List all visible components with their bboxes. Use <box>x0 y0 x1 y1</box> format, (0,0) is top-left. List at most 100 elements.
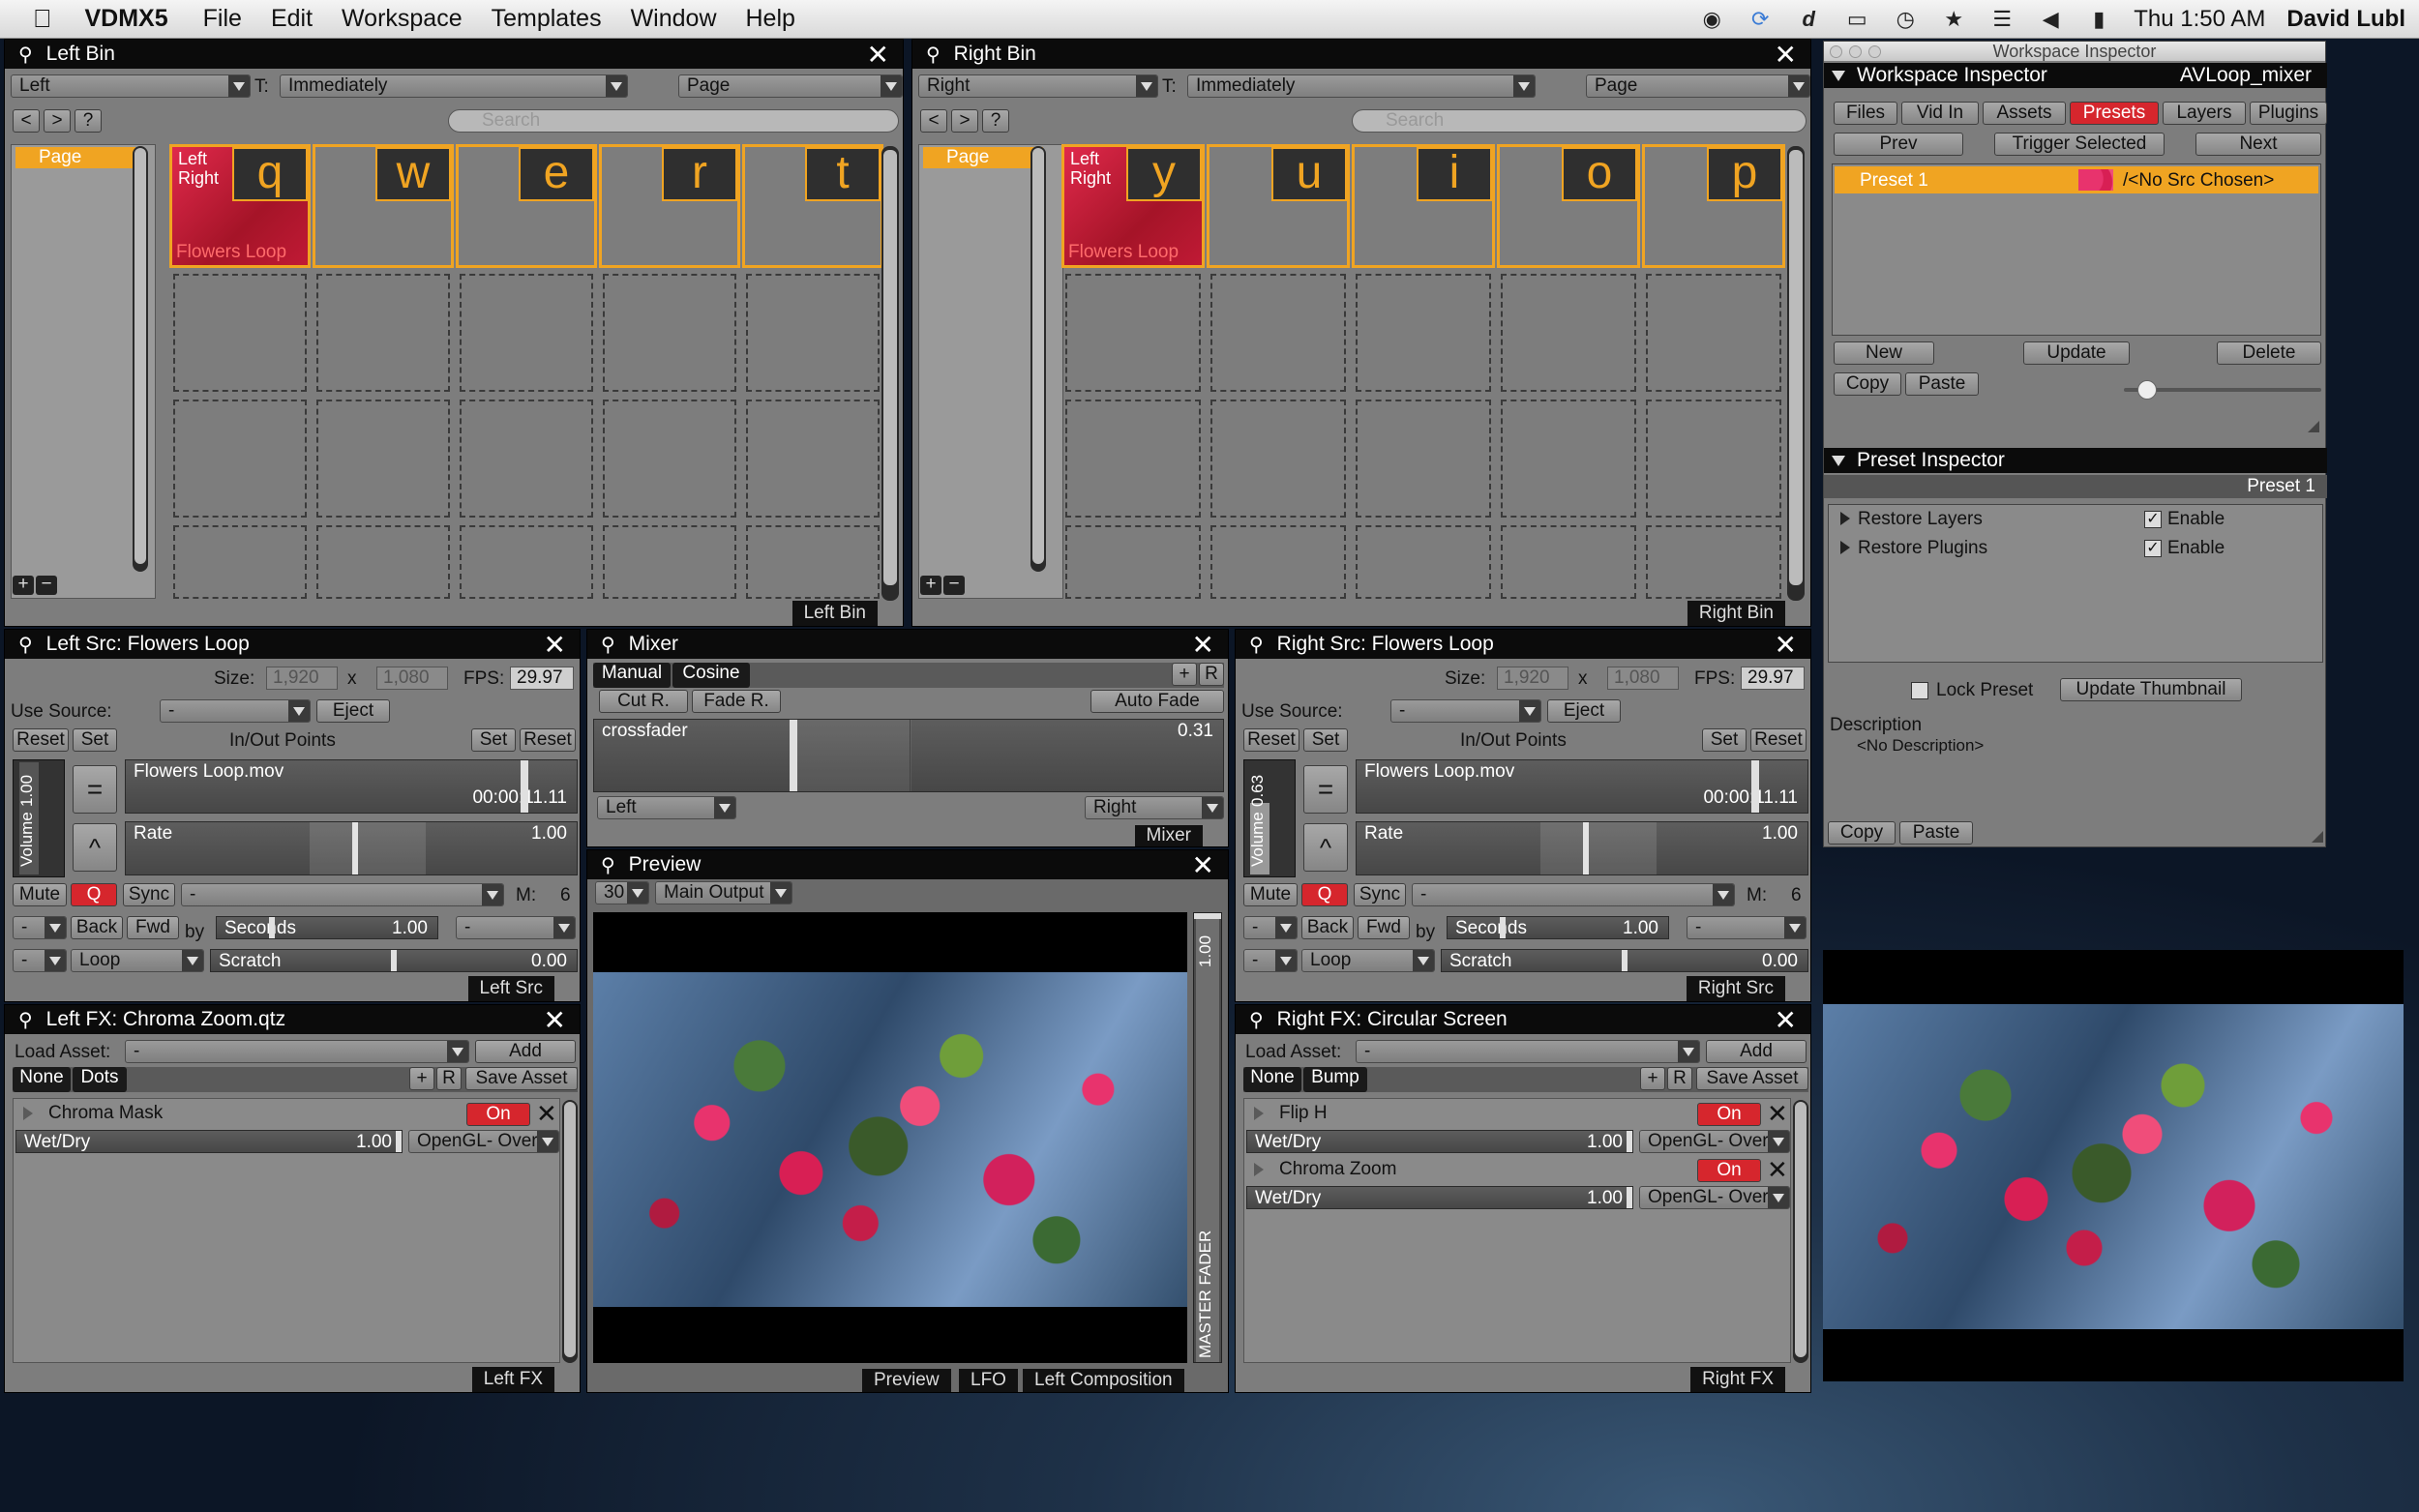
window-minimize-icon[interactable] <box>1849 45 1862 58</box>
inspector-tab-vid-in[interactable]: Vid In <box>1901 102 1979 125</box>
left-bin-empty-cell[interactable] <box>316 400 450 518</box>
master-fader-slider[interactable]: 1.00 MASTER FADER <box>1193 912 1222 1363</box>
left-src-footer-tab[interactable]: Left Src <box>467 976 554 1001</box>
menu-workspace[interactable]: Workspace <box>342 5 463 33</box>
left-fx-asset-dropdown[interactable]: - <box>125 1040 469 1063</box>
status-wifi-icon[interactable]: ☰ <box>1988 7 2016 32</box>
left-bin-next-button[interactable]: > <box>44 109 71 133</box>
left-src-eject-button[interactable]: Eject <box>316 699 390 723</box>
left-src-volume-slider[interactable]: 1.00 Volume <box>13 759 65 877</box>
preview-output-dropdown[interactable]: Main Output <box>655 881 792 904</box>
right-src-in-set-button[interactable]: Set <box>1303 728 1348 752</box>
left-src-mute-button[interactable]: Mute <box>13 883 67 906</box>
status-sync-icon[interactable]: ⟳ <box>1747 7 1774 32</box>
preset-paste-button[interactable]: Paste <box>1905 372 1979 396</box>
inspector-tab-layers[interactable]: Layers <box>2163 102 2246 125</box>
left-src-in-reset-button[interactable]: Reset <box>13 728 69 752</box>
preview-video-area[interactable] <box>593 912 1187 1363</box>
left-bin-footer-tab[interactable]: Left Bin <box>791 601 878 626</box>
right-src-scratch-slider[interactable]: Scratch 0.00 <box>1441 949 1808 972</box>
right-bin-empty-cell[interactable] <box>1501 274 1636 392</box>
right-fx-plus-button[interactable]: + <box>1640 1067 1665 1090</box>
left-bin-prev-button[interactable]: < <box>13 109 40 133</box>
menu-templates[interactable]: Templates <box>492 5 602 33</box>
right-fx-tab-bump[interactable]: Bump <box>1303 1067 1367 1092</box>
left-fx-tab-none[interactable]: None <box>13 1067 71 1092</box>
preview-tab-left-composition[interactable]: Left Composition <box>1023 1369 1184 1392</box>
left-bin-grid-scrollbar[interactable] <box>881 146 899 601</box>
search-icon[interactable]: ⚲ <box>18 633 33 657</box>
left-src-playhead-slider[interactable]: Flowers Loop.mov00:00:11.11 <box>125 759 578 814</box>
left-src-sync-dropdown[interactable]: - <box>181 883 504 906</box>
menu-help[interactable]: Help <box>746 5 795 33</box>
restore-plugins-enable-checkbox[interactable]: ✓ <box>2144 540 2162 557</box>
right-bin-remove-page-button[interactable]: − <box>943 576 965 595</box>
close-icon[interactable]: ✕ <box>544 1005 566 1036</box>
close-icon[interactable]: ✕ <box>1775 630 1797 661</box>
left-src-out-set-button[interactable]: Set <box>471 728 516 752</box>
right-bin-cell-p[interactable]: p <box>1642 144 1785 268</box>
preset-new-button[interactable]: New <box>1834 341 1934 365</box>
right-src-loop-dropdown[interactable]: Loop <box>1301 949 1435 972</box>
mixer-right-dropdown[interactable]: Right <box>1085 796 1224 819</box>
right-bin-cell-o[interactable]: o <box>1497 144 1640 268</box>
search-icon[interactable]: ⚲ <box>601 853 615 877</box>
right-fx-item-remove-icon[interactable]: ✕ <box>1767 1099 1788 1129</box>
mixer-crossfader-slider[interactable]: crossfader 0.31 <box>593 719 1224 792</box>
right-src-sync-button[interactable]: Sync <box>1354 883 1406 906</box>
left-bin-trigger-dropdown[interactable]: Immediately <box>280 74 628 98</box>
right-src-loop-mode-button[interactable]: = <box>1303 765 1348 814</box>
close-icon[interactable]: ✕ <box>1192 630 1214 661</box>
left-bin-empty-cell[interactable] <box>746 400 880 518</box>
window-close-icon[interactable] <box>1830 45 1842 58</box>
left-bin-empty-cell[interactable] <box>460 400 593 518</box>
left-src-out-reset-button[interactable]: Reset <box>520 728 576 752</box>
output-window[interactable] <box>1823 950 2404 1381</box>
right-src-in-reset-button[interactable]: Reset <box>1243 728 1299 752</box>
right-src-mute-button[interactable]: Mute <box>1243 883 1298 906</box>
description-paste-button[interactable]: Paste <box>1899 821 1973 845</box>
right-src-back-button[interactable]: Back <box>1301 916 1354 939</box>
left-bin-help-button[interactable]: ? <box>75 109 102 133</box>
right-bin-search-input[interactable]: Search <box>1352 109 1807 133</box>
search-icon[interactable]: ⚲ <box>926 43 941 67</box>
status-volume-icon[interactable]: ◀ <box>2037 7 2064 32</box>
right-src-sync-dropdown[interactable]: - <box>1412 883 1735 906</box>
right-fx-r-button[interactable]: R <box>1667 1067 1692 1090</box>
left-fx-tab-dots[interactable]: Dots <box>73 1067 127 1092</box>
right-src-rate-slider[interactable]: Rate 1.00 <box>1356 821 1808 875</box>
mixer-cosine-button[interactable]: Cosine <box>672 663 750 688</box>
menu-user[interactable]: David Lubl <box>2286 6 2405 33</box>
menu-edit[interactable]: Edit <box>271 5 313 33</box>
left-bin-empty-cell[interactable] <box>603 274 736 392</box>
left-src-direction-button[interactable]: ^ <box>73 823 117 872</box>
left-bin-cell-w[interactable]: w <box>313 144 454 268</box>
inspector-tab-plugins[interactable]: Plugins <box>2250 102 2327 125</box>
right-fx-scrollbar[interactable] <box>1793 1100 1808 1363</box>
mixer-footer-tab[interactable]: Mixer <box>1134 825 1203 846</box>
inspector-next-button[interactable]: Next <box>2195 133 2321 156</box>
left-bin-empty-cell[interactable] <box>746 525 880 599</box>
resize-grip-icon[interactable] <box>2308 421 2319 432</box>
left-src-back-button[interactable]: Back <box>71 916 123 939</box>
window-zoom-icon[interactable] <box>1868 45 1881 58</box>
right-bin-cell-u[interactable]: u <box>1207 144 1350 268</box>
left-bin-page-item[interactable]: Page <box>15 147 135 168</box>
right-fx-item-on-button[interactable]: On <box>1697 1159 1761 1182</box>
disclosure-triangle-icon[interactable] <box>1840 541 1850 554</box>
left-bin-page-dropdown[interactable]: Page <box>678 74 903 98</box>
left-bin-empty-cell[interactable] <box>316 525 450 599</box>
right-fx-item-on-button[interactable]: On <box>1697 1103 1761 1126</box>
right-src-end-dropdown[interactable]: - <box>1243 949 1298 972</box>
mixer-cut-button[interactable]: Cut R. <box>599 690 688 713</box>
right-bin-page-dropdown[interactable]: Page <box>1586 74 1810 98</box>
search-icon[interactable]: ⚲ <box>18 43 33 67</box>
left-src-seconds-slider[interactable]: Seconds 1.00 <box>216 916 438 939</box>
right-fx-add-button[interactable]: Add <box>1706 1040 1807 1063</box>
left-fx-item-blend-dropdown[interactable]: OpenGL- Over <box>408 1130 559 1153</box>
inspector-prev-button[interactable]: Prev <box>1834 133 1963 156</box>
preview-tab-lfo[interactable]: LFO <box>959 1369 1018 1392</box>
left-bin-tree-scrollbar[interactable] <box>133 146 148 572</box>
left-bin-add-page-button[interactable]: + <box>13 576 34 595</box>
right-fx-item-blend-dropdown[interactable]: OpenGL- Over <box>1639 1186 1790 1209</box>
